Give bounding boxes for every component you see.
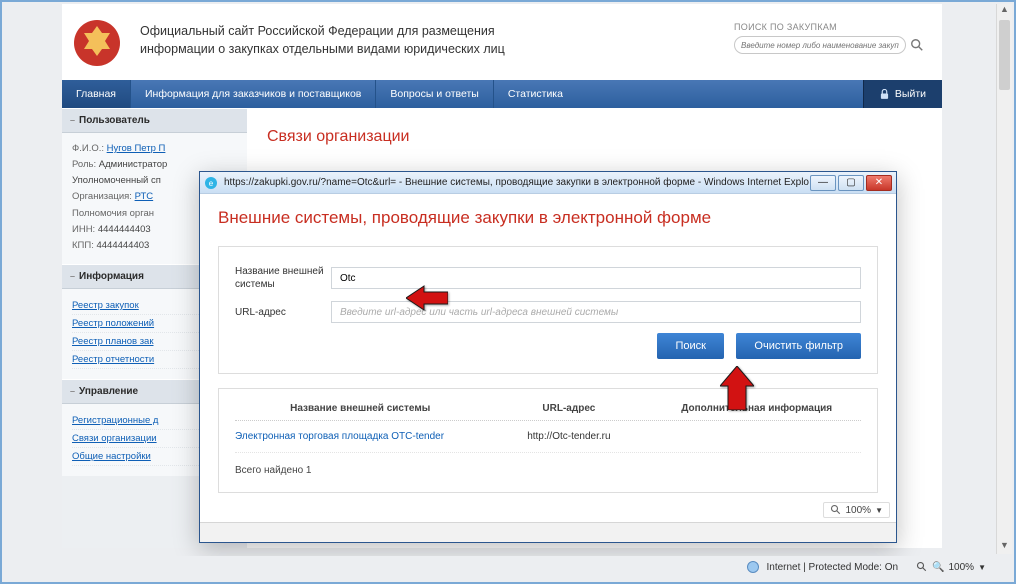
emblem-icon — [72, 18, 122, 68]
page-title: Связи организации — [267, 128, 922, 146]
ie-favicon-icon: e — [204, 176, 218, 190]
search-icon[interactable] — [910, 38, 924, 52]
results-count: Всего найдено 1 — [235, 453, 861, 478]
table-row[interactable]: Электронная торговая площадка ОТС-tender… — [235, 421, 861, 453]
external-system-url-input[interactable] — [331, 301, 861, 323]
result-url: http://Otc-tender.ru — [485, 431, 652, 442]
sidebar-user-head[interactable]: –Пользователь — [62, 108, 247, 133]
search-input[interactable] — [734, 36, 906, 54]
svg-text:e: e — [209, 179, 214, 188]
maximize-button[interactable]: ▢ — [838, 175, 864, 191]
external-system-name-input[interactable] — [331, 267, 861, 289]
modal-status-bar — [200, 522, 896, 542]
zoom-indicator[interactable]: 100% ▼ — [823, 502, 891, 518]
modal-title-text: https://zakupki.gov.ru/?name=Otc&url= - … — [224, 177, 810, 188]
results-header: Название внешней системы URL-адрес Допол… — [235, 403, 861, 421]
globe-icon — [746, 560, 760, 574]
name-label: Название внешней системы — [235, 265, 331, 291]
nav-stats[interactable]: Статистика — [493, 80, 577, 108]
nav-faq[interactable]: Вопросы и ответы — [375, 80, 492, 108]
result-name-link[interactable]: Электронная торговая площадка ОТС-tender — [235, 431, 485, 442]
zoom-control[interactable]: 🔍 100% ▼ — [916, 561, 986, 573]
browser-status-bar: Internet | Protected Mode: On 🔍 100% ▼ — [10, 556, 994, 578]
clear-filter-button[interactable]: Очистить фильтр — [736, 333, 861, 359]
logout-label: Выйти — [895, 88, 926, 100]
scrollbar-vertical[interactable]: ▲ ▼ — [996, 4, 1012, 554]
search-label: ПОИСК ПО ЗАКУПКАМ — [734, 22, 924, 32]
nav-info[interactable]: Информация для заказчиков и поставщиков — [130, 80, 375, 108]
modal-heading: Внешние системы, проводящие закупки в эл… — [218, 208, 878, 228]
minimize-button[interactable]: — — [810, 175, 836, 191]
nav-home[interactable]: Главная — [62, 80, 130, 108]
user-fio-link[interactable]: Нугов Петр П — [107, 143, 166, 154]
main-nav: Главная Информация для заказчиков и пост… — [62, 80, 942, 108]
logout-button[interactable]: Выйти — [863, 80, 942, 108]
user-org-link[interactable]: РТС — [135, 191, 154, 202]
modal-window: e https://zakupki.gov.ru/?name=Otc&url= … — [199, 171, 897, 543]
search-button[interactable]: Поиск — [657, 333, 723, 359]
close-button[interactable]: ✕ — [866, 175, 892, 191]
url-label: URL-адрес — [235, 306, 331, 319]
lock-icon — [880, 89, 889, 100]
